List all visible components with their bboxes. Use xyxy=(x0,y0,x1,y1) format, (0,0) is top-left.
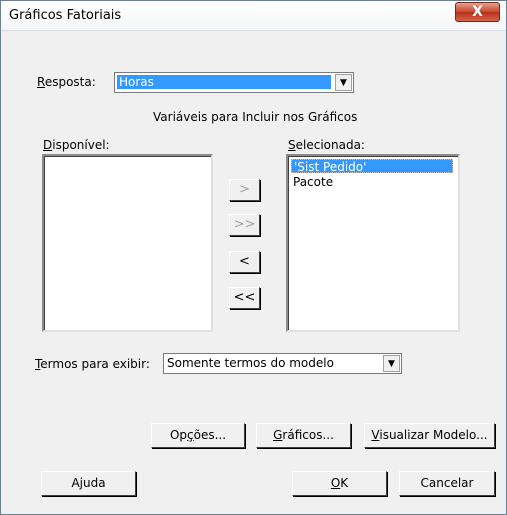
remove-all-button[interactable]: << xyxy=(229,287,260,309)
help-button[interactable]: Ajuda xyxy=(41,471,136,496)
terms-value: Somente termos do modelo xyxy=(167,356,334,370)
terms-dropdown[interactable]: Somente termos do modelo ▼ xyxy=(163,353,402,374)
remove-button[interactable]: < xyxy=(229,251,260,273)
dialog-window: Gráficos Fatoriais X Resposta: Horas ▼ V… xyxy=(0,0,507,515)
section-heading: Variáveis para Incluir nos Gráficos xyxy=(153,110,358,124)
response-dropdown[interactable]: Horas ▼ xyxy=(114,72,354,93)
chevron-down-icon[interactable]: ▼ xyxy=(383,355,400,372)
selected-label: Selecionada: xyxy=(288,138,365,152)
available-label: Disponível: xyxy=(43,138,110,152)
terms-label: Termos para exibir: xyxy=(35,357,150,371)
close-icon[interactable]: X xyxy=(455,2,500,22)
list-item[interactable]: Pacote xyxy=(291,175,335,189)
title-bar: Gráficos Fatoriais X xyxy=(1,1,506,31)
list-item[interactable]: 'Sist Pedido' xyxy=(291,159,453,174)
graphs-button[interactable]: Gráficos... xyxy=(256,423,351,448)
options-button[interactable]: Opções... xyxy=(151,423,245,448)
window-title: Gráficos Fatoriais xyxy=(9,8,122,23)
chevron-down-icon[interactable]: ▼ xyxy=(335,74,352,91)
selected-list[interactable]: 'Sist Pedido' Pacote xyxy=(286,154,460,332)
cancel-button[interactable]: Cancelar xyxy=(399,471,495,496)
available-list[interactable] xyxy=(42,154,213,332)
view-model-button[interactable]: Visualizar Modelo... xyxy=(364,423,495,448)
response-value: Horas xyxy=(117,75,331,89)
ok-button[interactable]: OK xyxy=(292,471,387,496)
add-button[interactable]: > xyxy=(229,179,260,201)
response-label: Resposta: xyxy=(37,75,96,89)
add-all-button[interactable]: >> xyxy=(229,214,260,236)
